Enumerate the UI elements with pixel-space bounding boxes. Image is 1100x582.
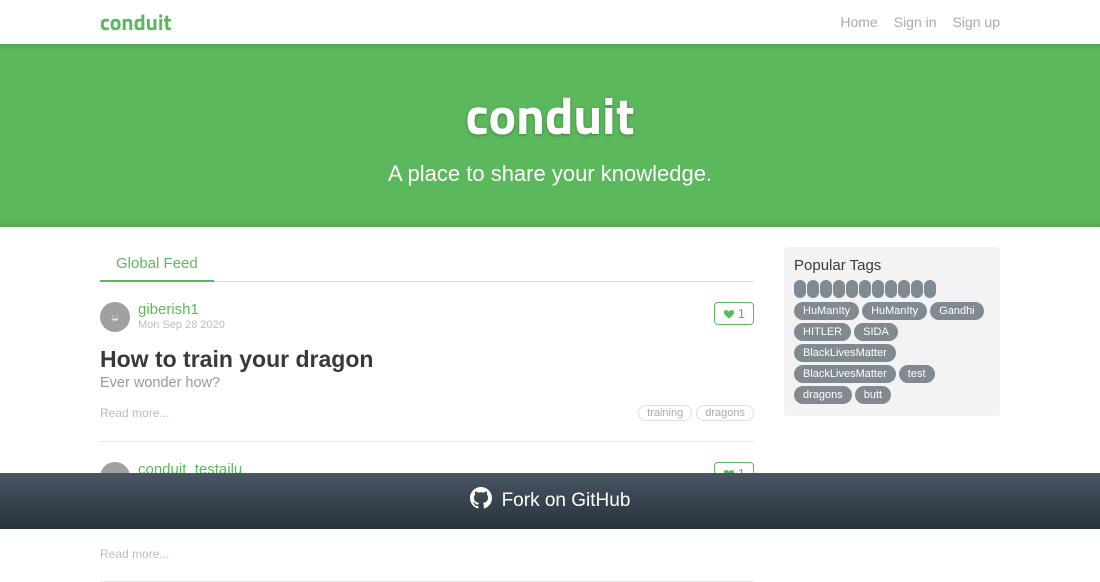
github-bar[interactable]: Fork on GitHub [0, 473, 1100, 529]
nav-home[interactable]: Home [840, 14, 877, 30]
nav-links: Home Sign in Sign up [840, 14, 1000, 30]
brand-logo[interactable]: conduit [100, 5, 172, 39]
tag-pill[interactable]: butt [855, 386, 891, 404]
popular-tags-title: Popular Tags [794, 257, 990, 274]
tag-dot[interactable] [807, 280, 819, 298]
tag-dot[interactable] [846, 280, 858, 298]
read-more-link[interactable]: Read more... [100, 547, 169, 561]
tag-dot[interactable] [924, 280, 936, 298]
tag-pill[interactable]: BlackLivesMatter [794, 344, 896, 362]
article-date: Mon Sep 28 2020 [138, 319, 225, 332]
banner: conduit A place to share your knowledge. [0, 44, 1100, 227]
tag-pill[interactable]: Gandhi [930, 302, 983, 320]
tag-dot[interactable] [872, 280, 884, 298]
navbar: conduit Home Sign in Sign up [0, 0, 1100, 44]
avatar[interactable] [100, 302, 130, 332]
tag-dot[interactable] [820, 280, 832, 298]
tag-dot[interactable] [911, 280, 923, 298]
sidebar: Popular Tags HuManItyHuManItyGandhiHITLE… [784, 247, 1000, 582]
tag-dot[interactable] [885, 280, 897, 298]
tag-pill[interactable]: SIDA [854, 323, 898, 341]
article-desc: Ever wonder how? [100, 375, 754, 391]
github-label: Fork on GitHub [502, 490, 631, 512]
main-column: Global Feed giberish1 Mon Sep 28 2020 1 … [100, 247, 754, 582]
tag-pill[interactable]: HuManIty [862, 302, 927, 320]
article-tag[interactable]: training [638, 405, 692, 421]
article-tag[interactable]: dragons [696, 405, 754, 421]
article-preview: giberish1 Mon Sep 28 2020 1 How to train… [100, 282, 754, 442]
nav-signup[interactable]: Sign up [953, 14, 1000, 30]
banner-title: conduit [0, 76, 1100, 155]
tag-dot[interactable] [833, 280, 845, 298]
popular-tags-box: Popular Tags HuManItyHuManItyGandhiHITLE… [784, 247, 1000, 416]
like-count: 1 [738, 306, 745, 321]
tag-pill[interactable]: HITLER [794, 323, 851, 341]
banner-subtitle: A place to share your knowledge. [0, 161, 1100, 187]
tag-pill[interactable]: test [899, 365, 935, 383]
tag-dot[interactable] [859, 280, 871, 298]
tag-pills: HuManItyHuManItyGandhiHITLERSIDABlackLiv… [794, 302, 990, 404]
tag-pill[interactable]: BlackLivesMatter [794, 365, 896, 383]
author-link[interactable]: giberish1 [138, 302, 225, 319]
article-title[interactable]: How to train your dragon [100, 346, 754, 373]
github-icon [470, 487, 492, 515]
tab-global-feed[interactable]: Global Feed [100, 247, 214, 282]
tag-pill[interactable]: HuManIty [794, 302, 859, 320]
tag-dot-row [794, 280, 990, 298]
article-footer: Read more... trainingdragons [100, 405, 754, 421]
feed-toggle: Global Feed [100, 247, 754, 282]
tag-pill[interactable]: dragons [794, 386, 852, 404]
nav-signin[interactable]: Sign in [894, 14, 937, 30]
read-more-link[interactable]: Read more... [100, 406, 169, 420]
tag-dot[interactable] [898, 280, 910, 298]
article-meta: giberish1 Mon Sep 28 2020 1 [100, 302, 754, 332]
tag-dot[interactable] [794, 280, 806, 298]
like-button[interactable]: 1 [714, 302, 754, 325]
article-footer: Read more... [100, 547, 754, 561]
article-tag-list: trainingdragons [638, 405, 754, 421]
